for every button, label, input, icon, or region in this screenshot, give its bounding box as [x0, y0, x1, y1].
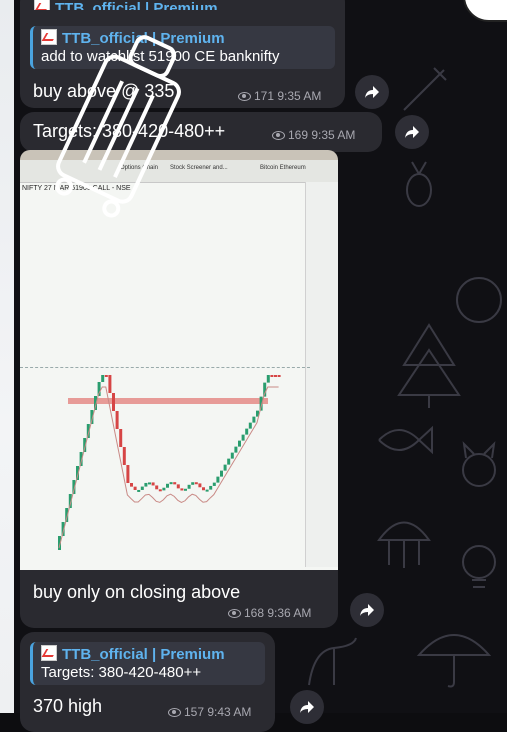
- message-text: 370 high: [33, 696, 103, 716]
- doodle-pen-icon: [403, 67, 447, 111]
- candle: [270, 375, 274, 377]
- eye-icon: [228, 609, 241, 619]
- candle: [173, 482, 177, 485]
- message-meta: 171 9:35 AM: [238, 89, 321, 103]
- forward-button[interactable]: [395, 115, 429, 149]
- doodle-pineapple-icon: [406, 161, 432, 207]
- candle: [144, 482, 148, 487]
- message-time: 9:35 AM: [277, 89, 322, 103]
- forward-icon: [405, 126, 419, 138]
- header-author: TTB_official | Premium: [55, 0, 218, 10]
- candle: [227, 458, 231, 465]
- candle: [126, 465, 130, 483]
- candle: [137, 489, 141, 492]
- quote-author: TTB_official | Premium: [41, 645, 257, 664]
- candle: [162, 487, 166, 491]
- candle: [234, 446, 238, 453]
- suitcase-sticker: [55, 35, 181, 218]
- forward-icon: [360, 604, 374, 616]
- forward-button[interactable]: [290, 690, 324, 724]
- candle: [220, 470, 223, 477]
- candle: [205, 489, 209, 492]
- candle: [202, 487, 205, 491]
- forward-button[interactable]: [355, 75, 389, 109]
- candle: [238, 440, 241, 447]
- view-count: 157: [184, 705, 205, 719]
- candle: [115, 411, 119, 429]
- candle: [209, 485, 213, 490]
- left-frame: [0, 0, 14, 713]
- candle: [166, 483, 169, 488]
- message-time: 9:36 AM: [267, 606, 312, 620]
- candle: [176, 484, 180, 489]
- doodle-dino-icon: [308, 637, 357, 686]
- view-count: 169: [288, 128, 309, 142]
- candle: [274, 375, 277, 377]
- message-bubble: TTB_official | Premium Targets: 380-420-…: [20, 632, 275, 732]
- doodle-tree-icon: [397, 323, 461, 408]
- candle: [155, 485, 159, 490]
- price-axis: [305, 182, 338, 567]
- candle: [223, 464, 227, 471]
- candle: [191, 482, 195, 485]
- candle: [151, 482, 155, 486]
- candle: [140, 486, 144, 490]
- doodle-fish-icon: [378, 425, 433, 455]
- view-count: 168: [244, 606, 265, 620]
- quote-header-partial: TTB_official | Premium: [34, 0, 218, 10]
- candle: [148, 482, 151, 485]
- quote-text: Targets: 380-420-480++: [41, 664, 202, 681]
- chart-emoji-icon: [34, 0, 50, 10]
- message-meta: 168 9:36 AM: [228, 606, 311, 620]
- candle: [101, 375, 105, 382]
- candle: [130, 483, 133, 487]
- candle: [119, 429, 123, 447]
- doodle-cat-icon: [462, 441, 496, 487]
- candle: [169, 482, 173, 485]
- forward-icon: [365, 86, 379, 98]
- message-meta: 169 9:35 AM: [272, 128, 355, 142]
- eye-icon: [272, 131, 285, 141]
- reply-quote[interactable]: TTB_official | Premium Targets: 380-420-…: [30, 642, 265, 685]
- forward-icon: [300, 701, 314, 713]
- message-time: 9:43 AM: [207, 705, 252, 719]
- doodle-jellyfish-icon: [377, 521, 431, 568]
- message-time: 9:35 AM: [311, 128, 356, 142]
- candle: [158, 489, 162, 492]
- doodle-umbrella-icon: [416, 634, 492, 688]
- candle: [104, 375, 108, 377]
- photo-caption: buy only on closing above: [33, 582, 241, 602]
- candle: [112, 393, 115, 411]
- candle: [122, 447, 126, 465]
- candle: [194, 482, 198, 485]
- doodle-bulb-icon: [462, 545, 496, 588]
- chart-emoji-icon: [41, 645, 57, 661]
- candle: [277, 375, 281, 377]
- candle: [216, 476, 220, 483]
- candle: [108, 375, 112, 393]
- candle: [180, 488, 184, 491]
- view-count: 171: [254, 89, 275, 103]
- candle: [230, 452, 234, 459]
- candle: [241, 434, 245, 441]
- eye-icon: [238, 92, 251, 102]
- candle: [198, 483, 202, 488]
- candle: [133, 486, 137, 490]
- quote-author-text: TTB_official | Premium: [62, 646, 225, 663]
- candle: [252, 416, 256, 423]
- message-meta: 157 9:43 AM: [168, 705, 251, 719]
- candle: [266, 375, 270, 383]
- candle: [187, 484, 191, 489]
- candle: [212, 482, 216, 486]
- forward-button[interactable]: [350, 593, 384, 627]
- candle: [184, 488, 187, 491]
- candle: [245, 428, 249, 435]
- candle: [248, 422, 252, 429]
